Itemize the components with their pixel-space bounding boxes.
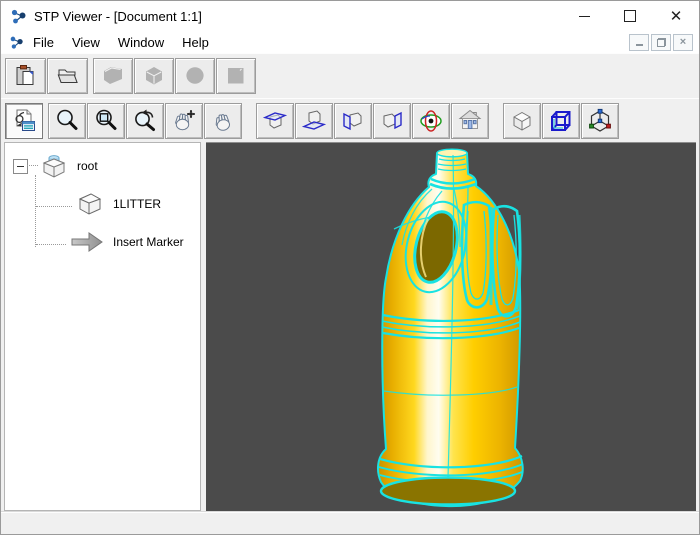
view-right-icon (383, 111, 402, 129)
zoom-rotate-icon (134, 109, 155, 131)
app-logo-icon (11, 9, 26, 23)
close-icon: ✕ (669, 7, 683, 25)
toolbar-standard (1, 53, 699, 99)
bottle-model (377, 148, 524, 508)
zoom-icon (56, 109, 77, 130)
view-right-button[interactable] (373, 102, 411, 139)
plane-primitive-icon (228, 68, 244, 84)
tree-item-label: 1LITTER (113, 197, 162, 211)
title-bar: STP Viewer - [Document 1:1] ✕ (1, 1, 699, 31)
home-view-button[interactable] (451, 102, 489, 139)
tree-item-1litter[interactable]: 1LITTER (75, 189, 161, 219)
wireframe-mode-icon (551, 110, 571, 131)
maximize-button[interactable] (607, 1, 653, 31)
tree-connector (36, 244, 66, 246)
maximize-icon (624, 10, 636, 22)
open-file-button[interactable] (47, 58, 88, 94)
paste-icon (16, 65, 33, 85)
view-top-icon (262, 111, 288, 129)
app-window: STP Viewer - [Document 1:1] ✕ File View … (0, 0, 700, 535)
cube-primitive-button[interactable] (134, 58, 174, 94)
cube-primitive-icon (146, 67, 162, 85)
minimize-icon (578, 15, 590, 17)
tree-item-label: Insert Marker (113, 235, 184, 249)
mdi-minimize-icon (635, 44, 643, 46)
menu-help[interactable]: Help (173, 33, 218, 52)
zoom-fit-icon (15, 109, 35, 131)
box-primitive-icon (104, 67, 122, 84)
view-bottom-button[interactable] (295, 102, 333, 139)
axes-mode-icon (589, 108, 611, 132)
axes-mode-button[interactable] (581, 102, 619, 139)
sphere-primitive-button[interactable] (175, 58, 215, 94)
minimize-button[interactable] (561, 1, 607, 31)
menu-file[interactable]: File (24, 33, 63, 52)
model-tree-panel: root 1LITTER Insert Marker (4, 142, 201, 511)
open-file-icon (57, 69, 78, 83)
menu-view[interactable]: View (63, 33, 109, 52)
window-title: STP Viewer - [Document 1:1] (34, 8, 202, 24)
zoom-rotate-button[interactable] (126, 102, 164, 139)
part-cube-icon (78, 193, 102, 215)
mdi-minimize-button[interactable] (629, 33, 649, 51)
tree-connector (35, 175, 37, 247)
tree-connector (27, 165, 38, 167)
zoom-window-icon (95, 109, 116, 130)
insert-marker-arrow-icon (71, 232, 103, 252)
zoom-button[interactable] (48, 102, 86, 139)
view-top-button[interactable] (256, 102, 294, 139)
mdi-restore-button[interactable] (651, 33, 671, 51)
menu-window[interactable]: Window (109, 33, 173, 52)
assembly-icon (42, 155, 66, 178)
viewport-3d[interactable] (206, 142, 696, 513)
tree-item-root[interactable]: root (39, 151, 98, 181)
mdi-close-icon: × (679, 35, 687, 48)
plane-primitive-button[interactable] (216, 58, 256, 94)
rotate-hand-icon (215, 113, 231, 131)
box-primitive-button[interactable] (93, 58, 133, 94)
shaded-mode-icon (513, 111, 531, 130)
view-left-icon (343, 111, 362, 130)
toolbar-view (1, 98, 699, 142)
view-bottom-icon (301, 109, 327, 130)
menu-bar: File View Window Help × (1, 31, 699, 54)
status-bar (1, 511, 699, 534)
pan-hand-icon (175, 109, 195, 130)
mdi-close-button[interactable]: × (673, 33, 693, 51)
zoom-fit-button[interactable] (5, 102, 43, 139)
perspective-eye-button[interactable] (412, 102, 450, 139)
tree-collapse-toggle[interactable] (13, 159, 28, 174)
view-left-button[interactable] (334, 102, 372, 139)
home-view-icon (458, 109, 482, 129)
sphere-primitive-icon (186, 67, 204, 84)
mdi-restore-icon (656, 37, 666, 47)
perspective-eye-icon (420, 109, 442, 132)
zoom-window-button[interactable] (87, 102, 125, 139)
paste-button[interactable] (5, 58, 46, 94)
main-area: root 1LITTER Insert Marker (1, 141, 699, 513)
tree-item-label: root (77, 159, 98, 173)
document-logo-icon (10, 36, 23, 49)
tree-item-insert-marker[interactable]: Insert Marker (69, 229, 184, 255)
rotate-hand-button[interactable] (204, 102, 242, 139)
tree-connector (36, 206, 72, 208)
shaded-mode-button[interactable] (503, 102, 541, 139)
pan-hand-button[interactable] (165, 102, 203, 139)
wireframe-mode-button[interactable] (542, 102, 580, 139)
close-button[interactable]: ✕ (653, 1, 699, 31)
